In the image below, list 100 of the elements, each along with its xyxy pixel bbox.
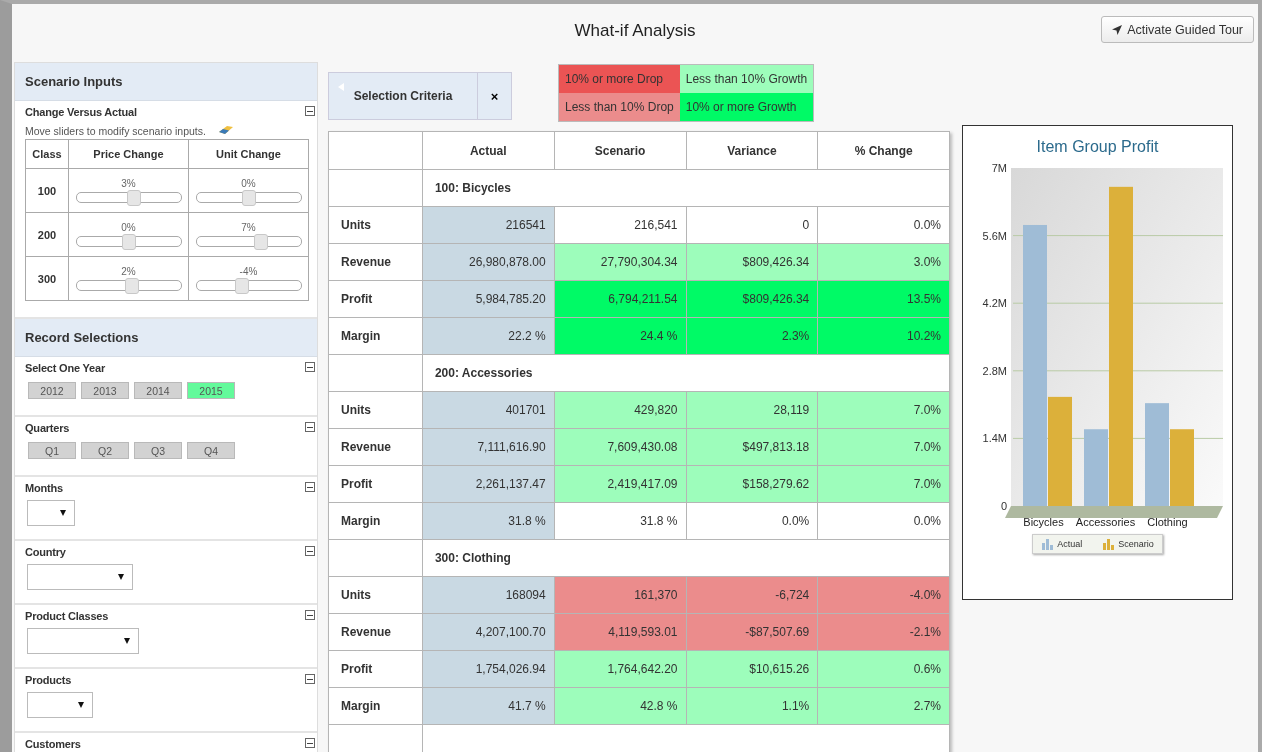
collapse-icon[interactable] (305, 610, 315, 620)
panel-header: Record Selections (15, 319, 317, 357)
section-title: Customers (25, 738, 82, 750)
row-label: Profit (328, 650, 423, 688)
table-cell: 401701 (422, 391, 555, 429)
row-label: Profit (328, 280, 423, 318)
table-cell: 0.0% (817, 502, 950, 540)
filter-option[interactable]: Q3 (134, 442, 182, 459)
table-cell: 0.6% (817, 650, 950, 688)
table-cell: 161,370 (554, 576, 686, 614)
collapse-icon[interactable] (305, 674, 315, 684)
category-label: Clothing (1146, 516, 1189, 528)
table-cell: 24.4 % (554, 317, 686, 355)
class-cell: 300 (25, 256, 69, 301)
filter-option[interactable]: 2014 (134, 382, 182, 399)
collapse-icon[interactable] (305, 106, 315, 116)
table-cell: 26,980,878.00 (422, 243, 555, 281)
section-title: Months (25, 482, 64, 494)
filter-option[interactable]: Q1 (28, 442, 76, 459)
slider-reading: -4% (238, 266, 259, 277)
table-cell: 0.0% (686, 502, 818, 540)
hint-text: Move sliders to modify scenario inputs. (25, 125, 206, 137)
row-label: Revenue (328, 613, 423, 651)
table-cell: -$87,507.69 (686, 613, 818, 651)
collapse-icon[interactable] (305, 482, 315, 492)
row-label: Margin (328, 687, 423, 725)
slider-reading: 0% (120, 222, 137, 233)
axis-tick-label: 7M (991, 162, 1007, 174)
table-cell: 6,794,211.54 (554, 280, 686, 318)
slider-thumb[interactable] (253, 234, 268, 250)
legend-label: Actual (1057, 539, 1083, 549)
row-label: Revenue (328, 428, 423, 466)
table-cell: $497,813.18 (686, 428, 818, 466)
dropdown-field[interactable] (27, 628, 139, 654)
slider-thumb[interactable] (121, 234, 136, 250)
selection-criteria-tab[interactable]: Selection Criteria (329, 73, 477, 119)
table-cell: 1,754,026.94 (422, 650, 555, 688)
slider-track[interactable] (195, 192, 302, 203)
table-cell: 429,820 (554, 391, 686, 429)
dropdown-field[interactable] (27, 500, 75, 526)
column-header: Unit Change (188, 139, 309, 169)
table-cell: 216541 (422, 206, 555, 244)
slider-track[interactable] (75, 236, 182, 247)
slider-reading: 0% (240, 178, 257, 189)
collapse-icon[interactable] (305, 422, 315, 432)
axis-tick-label: 4.2M (982, 297, 1007, 310)
eraser-icon[interactable] (217, 125, 234, 135)
table-cell: 7.0% (817, 391, 950, 429)
slider-thumb[interactable] (241, 190, 256, 206)
slider-thumb[interactable] (235, 278, 250, 294)
column-header: Price Change (68, 139, 189, 169)
legend-label: Scenario (1118, 539, 1154, 549)
table-cell: 7,111,616.90 (422, 428, 555, 466)
section-title: Quarters (25, 422, 71, 434)
collapse-icon[interactable] (305, 546, 315, 556)
group-heading: 200: Accessories (422, 354, 950, 392)
filter-option[interactable]: 2015 (187, 382, 235, 399)
filter-option[interactable]: 2012 (28, 382, 76, 399)
column-header: Class (25, 139, 69, 169)
slider-track[interactable] (195, 236, 302, 247)
category-label: Bicycles (1022, 516, 1065, 528)
slider-track[interactable] (195, 280, 302, 291)
dropdown-field[interactable] (27, 564, 133, 590)
collapse-icon[interactable] (305, 738, 315, 748)
axis-tick-label: 2.8M (982, 364, 1007, 377)
slider-track[interactable] (75, 192, 182, 203)
table-cell: 28,119 (686, 391, 818, 429)
dropdown-caret-icon (124, 638, 130, 644)
table-cell: $809,426.34 (686, 243, 818, 281)
collapse-arrow-icon (338, 83, 344, 91)
category-label: Accessories (1075, 516, 1136, 528)
close-button[interactable]: × (477, 73, 511, 119)
table-cell: $809,426.34 (686, 280, 818, 318)
section-title: Change Versus Actual (25, 106, 138, 118)
filter-option[interactable]: Q4 (187, 442, 235, 459)
slider-track[interactable] (75, 280, 182, 291)
table-cell: 216,541 (554, 206, 686, 244)
section-title: Product Classes (25, 610, 110, 622)
dropdown-caret-icon (60, 510, 66, 516)
table-cell: 4,119,593.01 (554, 613, 686, 651)
panel-header: Scenario Inputs (15, 63, 317, 101)
filter-option[interactable]: Q2 (81, 442, 129, 459)
table-cell: 2,261,137.47 (422, 465, 555, 503)
table-cell: 2.7% (817, 687, 950, 725)
column-header: Variance (686, 131, 818, 170)
table-cell: 7.0% (817, 428, 950, 466)
table-cell: 2.3% (686, 317, 818, 355)
table-cell: 2,419,417.09 (554, 465, 686, 503)
table-cell: 0.0% (817, 206, 950, 244)
slider-thumb[interactable] (126, 190, 141, 206)
bar-series-icon (1041, 538, 1054, 550)
guided-tour-button[interactable]: Activate Guided Tour (1101, 16, 1254, 43)
dropdown-field[interactable] (27, 692, 93, 718)
row-label: Units (328, 576, 423, 614)
filter-option[interactable]: 2013 (81, 382, 129, 399)
section-title: Country (25, 546, 67, 558)
table-cell: 31.8 % (554, 502, 686, 540)
collapse-icon[interactable] (305, 362, 315, 372)
axis-tick-label: 1.4M (982, 432, 1007, 445)
slider-thumb[interactable] (124, 278, 139, 294)
